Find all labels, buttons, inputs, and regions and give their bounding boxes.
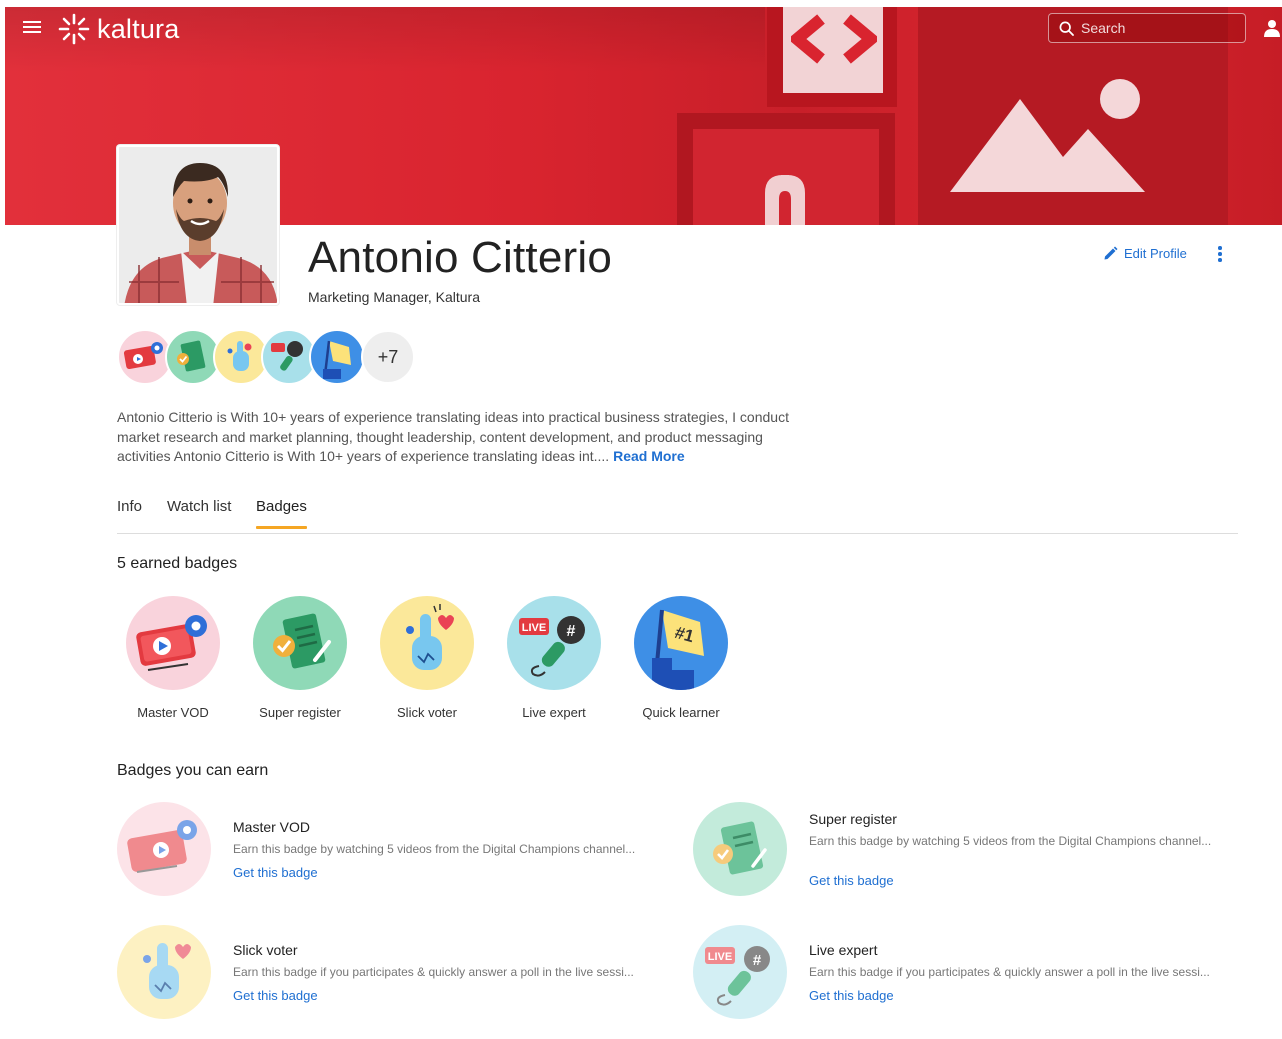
earnable-badge-description: Earn this badge if you participates & qu… [233, 965, 634, 979]
earnable-badge-live-expert: LIVE # Live expert Earn this badge if yo… [693, 925, 1253, 1021]
profile-name: Antonio Citterio [308, 233, 613, 282]
earned-badge-quick-learner[interactable]: #1 Quick learner [626, 596, 736, 720]
earnable-badge-master-vod: Master VOD Earn this badge by watching 5… [117, 802, 677, 898]
more-badges-button[interactable]: +7 [361, 330, 415, 384]
learner-badge-icon: #1 [634, 596, 728, 690]
tab-badges[interactable]: Badges [256, 498, 307, 529]
get-badge-link[interactable]: Get this badge [233, 988, 318, 1003]
search-icon [1059, 21, 1074, 36]
profile-tabs: Info Watch list Badges [117, 496, 1238, 534]
search-input[interactable] [1081, 20, 1231, 36]
svg-text:#: # [567, 623, 576, 640]
earnable-badge-super-register: Super register Earn this badge by watchi… [693, 802, 1253, 898]
register-badge-icon [693, 802, 787, 896]
earnable-badge-description: Earn this badge if you participates & qu… [809, 965, 1210, 979]
earnable-badge-description: Earn this badge by watching 5 videos fro… [233, 842, 636, 856]
kaltura-logo-icon [58, 13, 90, 45]
tab-watch-list[interactable]: Watch list [167, 498, 231, 525]
edit-profile-label: Edit Profile [1124, 246, 1187, 261]
tab-info[interactable]: Info [117, 498, 142, 525]
earned-badge-slick-voter[interactable]: Slick voter [372, 596, 482, 720]
image-placeholder-icon [950, 79, 1145, 192]
braces-decoration [765, 175, 805, 225]
profile-bio: Antonio Citterio is With 10+ years of ex… [117, 408, 807, 467]
video-badge-icon [126, 596, 220, 690]
earnable-badge-title: Master VOD [233, 819, 311, 835]
earned-badge-label: Live expert [522, 705, 586, 720]
earnable-badge-description: Earn this badge by watching 5 videos fro… [809, 834, 1212, 848]
earnable-badge-title: Super register [809, 811, 897, 827]
user-icon[interactable] [1264, 19, 1280, 37]
read-more-link[interactable]: Read More [613, 448, 685, 464]
live-badge-icon: LIVE # [507, 596, 601, 690]
bio-text: Antonio Citterio is With 10+ years of ex… [117, 409, 789, 465]
earnable-badges-title: Badges you can earn [117, 762, 269, 779]
earnable-badge-title: Live expert [809, 942, 878, 958]
register-badge-icon [253, 596, 347, 690]
earned-badge-label: Super register [259, 705, 341, 720]
earned-badge-label: Slick voter [397, 705, 457, 720]
menu-icon[interactable] [23, 18, 41, 36]
earned-badge-super-register[interactable]: Super register [245, 596, 355, 720]
top-navigation-bar: kaltura [5, 7, 1282, 51]
profile-avatar [117, 145, 279, 305]
svg-text:LIVE: LIVE [522, 622, 546, 634]
earned-badge-live-expert[interactable]: LIVE # Live expert [499, 596, 609, 720]
search-box[interactable] [1048, 13, 1246, 43]
get-badge-link[interactable]: Get this badge [233, 865, 318, 880]
kaltura-logo[interactable]: kaltura [57, 11, 179, 47]
earnable-badge-title: Slick voter [233, 942, 298, 958]
pencil-icon [1104, 246, 1118, 260]
svg-text:LIVE: LIVE [708, 951, 732, 963]
voter-badge-icon [117, 925, 211, 1019]
earned-badge-master-vod[interactable]: Master VOD [118, 596, 228, 720]
earned-badge-label: Master VOD [137, 705, 209, 720]
get-badge-link[interactable]: Get this badge [809, 988, 894, 1003]
svg-text:#: # [753, 952, 762, 969]
edit-profile-button[interactable]: Edit Profile [1103, 246, 1187, 261]
get-badge-link[interactable]: Get this badge [809, 873, 894, 888]
logo-text: kaltura [97, 13, 180, 44]
video-badge-icon [117, 802, 211, 896]
mini-learner-badge-icon[interactable] [309, 329, 365, 385]
voter-badge-icon [380, 596, 474, 690]
profile-role: Marketing Manager, Kaltura [308, 289, 480, 305]
earned-badges-title: 5 earned badges [117, 555, 238, 572]
live-badge-icon: LIVE # [693, 925, 787, 1019]
more-options-icon[interactable] [1215, 246, 1225, 264]
earned-badge-label: Quick learner [642, 705, 720, 720]
earnable-badge-slick-voter: Slick voter Earn this badge if you parti… [117, 925, 677, 1021]
profile-photo [119, 147, 277, 303]
